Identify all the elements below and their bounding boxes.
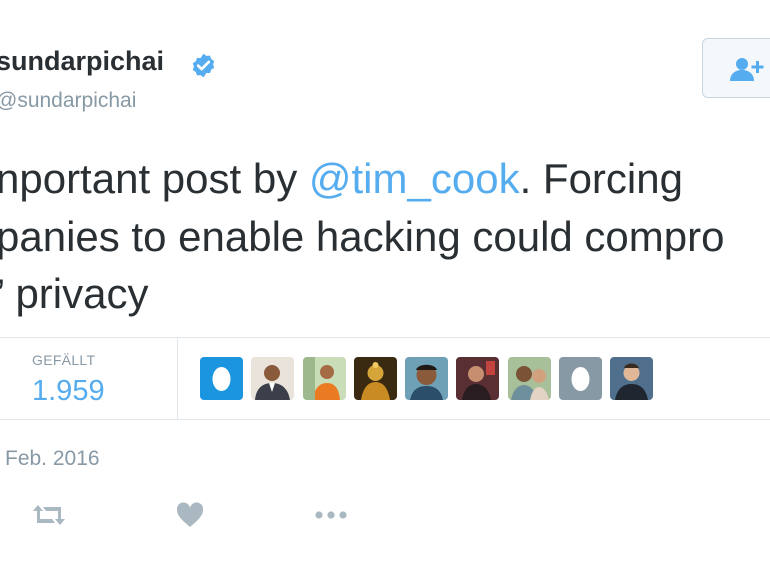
author-handle[interactable]: @sundarpichai bbox=[0, 89, 136, 113]
avatar[interactable] bbox=[303, 357, 346, 400]
tweet-date[interactable]: Feb. 2016 bbox=[5, 447, 100, 471]
divider bbox=[0, 337, 770, 338]
divider bbox=[0, 419, 770, 420]
tweet-text-segment: . Forcing bbox=[519, 155, 683, 202]
tweet-text-line-2: panies to enable hacking could compro bbox=[0, 213, 725, 260]
tweet-text-line-1: nportant post by @tim_cook. Forcing bbox=[0, 158, 683, 200]
follow-button[interactable] bbox=[702, 38, 770, 98]
tweet-text-segment: nportant post by bbox=[0, 155, 309, 202]
heart-icon bbox=[176, 502, 204, 527]
likes-label: GEFÄLLT bbox=[32, 352, 96, 368]
follow-user-icon bbox=[730, 58, 764, 81]
more-button[interactable] bbox=[313, 500, 349, 535]
avatar[interactable] bbox=[456, 357, 499, 400]
avatar[interactable] bbox=[405, 357, 448, 400]
avatar[interactable] bbox=[508, 357, 551, 400]
avatar[interactable] bbox=[610, 357, 653, 400]
retweet-icon bbox=[33, 505, 65, 525]
retweet-button[interactable] bbox=[29, 500, 69, 535]
mention-link[interactable]: @tim_cook bbox=[309, 155, 520, 202]
more-dots-icon bbox=[315, 511, 347, 519]
like-button[interactable] bbox=[175, 500, 205, 535]
tweet-text-line-3: ’ privacy bbox=[0, 270, 149, 317]
likes-count[interactable]: 1.959 bbox=[32, 375, 105, 408]
avatar[interactable] bbox=[559, 357, 602, 400]
avatar[interactable] bbox=[200, 357, 243, 400]
verified-badge-icon bbox=[190, 52, 217, 79]
author-name[interactable]: sundarpichai bbox=[0, 46, 164, 77]
avatar[interactable] bbox=[354, 357, 397, 400]
avatar[interactable] bbox=[251, 357, 294, 400]
stats-divider bbox=[177, 337, 178, 419]
